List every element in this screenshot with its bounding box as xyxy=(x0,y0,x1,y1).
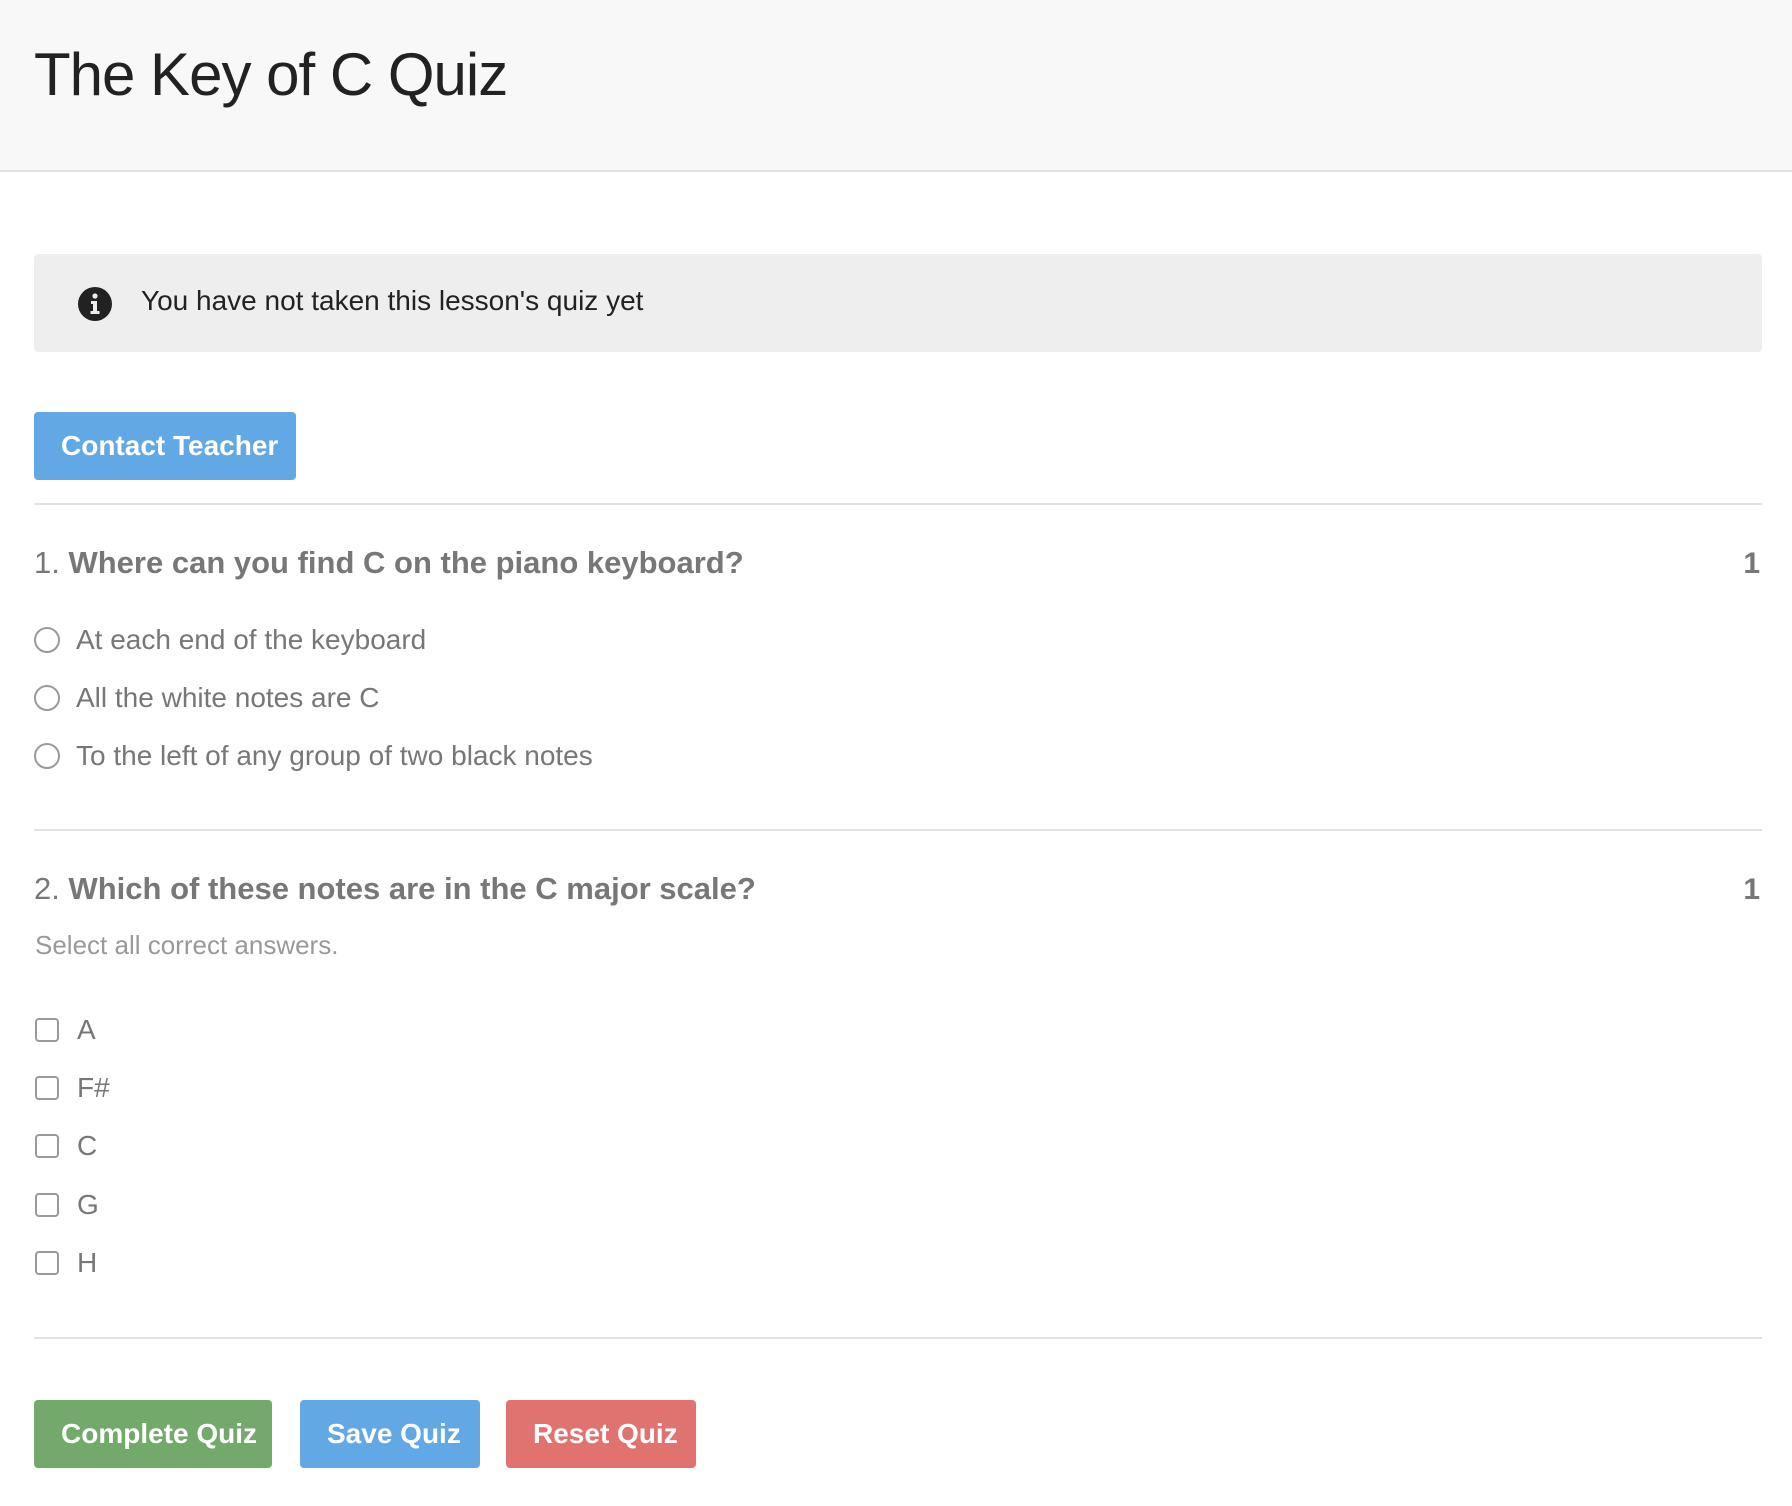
divider xyxy=(34,1337,1762,1339)
question-1-text: Where can you find C on the piano keyboa… xyxy=(68,545,744,580)
question-2-title: 2. Which of these notes are in the C maj… xyxy=(34,871,756,907)
question-2-points: 1 xyxy=(1743,873,1760,906)
info-circle-icon xyxy=(78,287,112,321)
question-2-option[interactable]: C xyxy=(34,1129,97,1163)
question-1-option[interactable]: At each end of the keyboard xyxy=(34,623,426,657)
question-2-option[interactable]: A xyxy=(34,1013,96,1047)
option-label: C xyxy=(77,1130,98,1161)
question-1-option[interactable]: To the left of any group of two black no… xyxy=(34,739,593,773)
question-2-option[interactable]: G xyxy=(34,1188,99,1222)
option-label: At each end of the keyboard xyxy=(76,624,427,655)
question-2-option[interactable]: F# xyxy=(34,1071,110,1105)
contact-teacher-button[interactable]: Contact Teacher xyxy=(34,412,296,480)
option-label: A xyxy=(77,1014,96,1045)
question-2-hint: Select all correct answers. xyxy=(35,930,339,960)
page-header: The Key of C Quiz xyxy=(0,0,1792,172)
radio-button[interactable] xyxy=(34,743,60,769)
radio-button[interactable] xyxy=(34,685,60,711)
notice-text: You have not taken this lesson's quiz ye… xyxy=(141,285,644,316)
divider xyxy=(34,503,1762,505)
radio-button[interactable] xyxy=(34,627,60,653)
question-1-option[interactable]: All the white notes are C xyxy=(34,681,380,715)
option-label: G xyxy=(77,1189,99,1220)
save-quiz-button[interactable]: Save Quiz xyxy=(300,1400,480,1468)
checkbox[interactable] xyxy=(35,1076,59,1100)
question-1-title: 1. Where can you find C on the piano key… xyxy=(34,545,744,581)
option-label: All the white notes are C xyxy=(76,682,380,713)
question-1-number: 1. xyxy=(34,545,60,580)
option-label: F# xyxy=(77,1072,110,1103)
page-title: The Key of C Quiz xyxy=(34,41,508,108)
question-2-number: 2. xyxy=(34,871,60,906)
option-label: H xyxy=(77,1247,98,1278)
question-2-option[interactable]: H xyxy=(34,1246,97,1280)
reset-quiz-button[interactable]: Reset Quiz xyxy=(506,1400,696,1468)
question-2-text: Which of these notes are in the C major … xyxy=(68,871,756,906)
divider xyxy=(34,829,1762,831)
complete-quiz-button[interactable]: Complete Quiz xyxy=(34,1400,272,1468)
quiz-status-notice: You have not taken this lesson's quiz ye… xyxy=(34,254,1762,352)
checkbox[interactable] xyxy=(35,1251,59,1275)
checkbox[interactable] xyxy=(35,1018,59,1042)
checkbox[interactable] xyxy=(35,1193,59,1217)
option-label: To the left of any group of two black no… xyxy=(76,740,593,771)
checkbox[interactable] xyxy=(35,1134,59,1158)
question-1-points: 1 xyxy=(1743,547,1760,580)
